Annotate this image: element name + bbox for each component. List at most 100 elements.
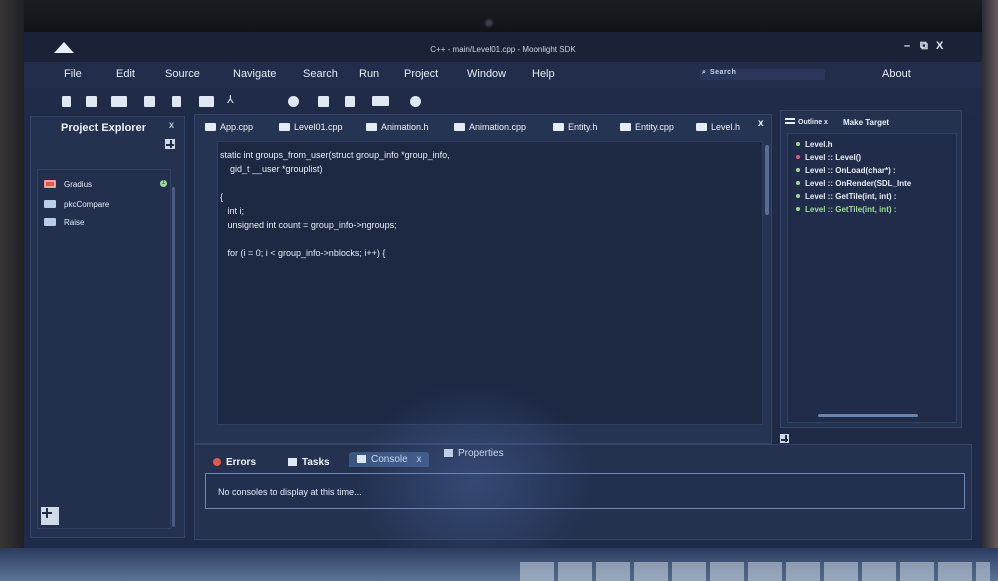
tab-entity-h[interactable]: Entity.h: [553, 122, 597, 132]
outline-panel: Outline x Make Target Level.h Level :: L…: [780, 110, 962, 428]
menu-file[interactable]: File: [64, 68, 82, 80]
menu-source[interactable]: Source: [165, 68, 200, 80]
outline-item-label: Level :: Level(): [805, 153, 862, 162]
tab-label: Properties: [458, 448, 504, 459]
outline-item[interactable]: Level :: OnLoad(char*) :: [796, 166, 896, 175]
project-explorer-panel: Project Explorer x Gradius 1 pkcCompare …: [30, 116, 185, 538]
outline-item[interactable]: Level :: Level(): [796, 153, 861, 162]
list-icon: [785, 118, 795, 124]
tab-label: Animation.h: [381, 122, 429, 132]
code-line: gid_t __user *grouplist): [220, 164, 323, 174]
bottom-panel: Errors Tasks Console x Properties No con…: [194, 444, 972, 540]
menu-edit[interactable]: Edit: [116, 68, 135, 80]
folder-icon: [454, 123, 465, 131]
tab-label: Level.h: [711, 122, 741, 132]
folder-icon: [696, 123, 707, 131]
tab-animation-cpp[interactable]: Animation.cpp: [454, 122, 526, 132]
search-label: Search: [710, 69, 737, 76]
code-editor[interactable]: static int groups_from_user(struct group…: [217, 141, 763, 425]
menu-search[interactable]: Search: [303, 68, 338, 80]
editor-panel: App.cpp Level01.cpp Animation.h Animatio…: [194, 114, 772, 444]
books-icon[interactable]: [111, 96, 127, 107]
tree-scrollbar[interactable]: [172, 187, 175, 527]
editor-tab-close-button[interactable]: x: [758, 118, 764, 129]
member-dot-icon: [796, 181, 800, 185]
tree-item-gradius[interactable]: Gradius: [44, 180, 92, 189]
menu-project[interactable]: Project: [404, 68, 438, 80]
tab-properties[interactable]: Properties: [444, 448, 504, 459]
tab-label: Errors: [226, 457, 257, 468]
console-icon: [357, 455, 366, 463]
outline-scrollbar[interactable]: [818, 414, 918, 417]
tree-item-pkccompare[interactable]: pkcCompare: [44, 200, 109, 209]
tab-label: Level01.cpp: [294, 122, 343, 132]
tree-item-label: Gradius: [64, 180, 93, 189]
folder-icon: [620, 123, 631, 131]
menu-about[interactable]: About: [882, 68, 911, 80]
bookmark-icon[interactable]: [86, 96, 97, 107]
share-icon[interactable]: ⅄: [227, 93, 238, 106]
search-input[interactable]: ⌕ Search: [700, 69, 825, 80]
tab-entity-cpp[interactable]: Entity.cpp: [620, 122, 674, 132]
tab-animation-h[interactable]: Animation.h: [366, 122, 429, 132]
save-icon[interactable]: [345, 96, 355, 107]
outline-item-label: Level :: GetTile(int, int) :: [805, 205, 897, 214]
tab-make-target[interactable]: Make Target: [843, 118, 889, 127]
console-message: No consoles to display at this time...: [218, 487, 362, 497]
member-dot-icon: [796, 142, 800, 146]
folder-icon: [44, 200, 56, 208]
editor-scrollbar[interactable]: [765, 145, 769, 215]
folder-icon: [44, 218, 56, 226]
tab-level01-cpp[interactable]: Level01.cpp: [279, 122, 343, 132]
menu-window[interactable]: Window: [467, 68, 506, 80]
layout-grid-icon[interactable]: [780, 434, 789, 443]
user-icon[interactable]: [288, 96, 299, 107]
clipboard-icon[interactable]: [172, 96, 181, 107]
console-output: No consoles to display at this time...: [205, 473, 965, 509]
minimize-button[interactable]: –: [904, 40, 910, 52]
outline-item-label: Level :: OnLoad(char*) :: [805, 166, 896, 175]
search-icon: ⌕: [702, 69, 707, 76]
ide-window: C++ - main/Level01.cpp - Moonlight SDK –…: [24, 32, 982, 548]
globe-icon[interactable]: [410, 96, 421, 107]
project-tree: Gradius 1 pkcCompare Raise: [37, 169, 171, 529]
tab-console[interactable]: Console x: [349, 452, 430, 467]
member-dot-icon: [796, 155, 800, 159]
tab-level-h[interactable]: Level.h: [696, 122, 740, 132]
tasks-icon: [288, 458, 297, 466]
notification-badge: 1: [160, 180, 167, 187]
folder-icon[interactable]: [199, 96, 214, 107]
tab-label: Tasks: [302, 457, 330, 468]
outline-item[interactable]: Level.h: [796, 140, 833, 149]
tab-tasks[interactable]: Tasks: [288, 457, 330, 468]
layout-grid-icon[interactable]: [165, 139, 175, 149]
print-icon[interactable]: [144, 96, 155, 107]
tree-item-label: pkcCompare: [64, 200, 110, 209]
close-button[interactable]: X: [936, 40, 943, 52]
tab-errors[interactable]: Errors: [213, 457, 256, 468]
tree-item-raise[interactable]: Raise: [44, 218, 84, 227]
tab-label: App.cpp: [220, 122, 254, 132]
folder-icon: [205, 123, 216, 131]
code-line: {: [220, 192, 224, 202]
tab-outline[interactable]: Outline x: [785, 118, 828, 126]
project-explorer-close-button[interactable]: x: [169, 120, 174, 131]
menu-help[interactable]: Help: [532, 68, 555, 80]
restore-button[interactable]: ⧉: [920, 40, 928, 53]
outline-item[interactable]: Level :: OnRender(SDL_Inte: [796, 179, 911, 188]
folder-icon: [553, 123, 564, 131]
console-close-button[interactable]: x: [416, 454, 421, 465]
file-icon[interactable]: [62, 96, 71, 107]
folder-icon: [366, 123, 377, 131]
tab-app-cpp[interactable]: App.cpp: [205, 122, 253, 132]
menu-run[interactable]: Run: [359, 68, 379, 80]
tab-label: Entity.h: [568, 122, 598, 132]
screen-icon[interactable]: [372, 96, 389, 106]
tree-item-label: Raise: [64, 218, 85, 227]
menu-navigate[interactable]: Navigate: [233, 68, 276, 80]
outline-item[interactable]: Level :: GetTile(int, int) :: [796, 192, 896, 201]
apps-grid-icon[interactable]: [41, 507, 59, 525]
outline-item[interactable]: Level :: GetTile(int, int) :: [796, 205, 896, 214]
document-icon[interactable]: [318, 96, 329, 107]
webcam: [484, 18, 494, 28]
